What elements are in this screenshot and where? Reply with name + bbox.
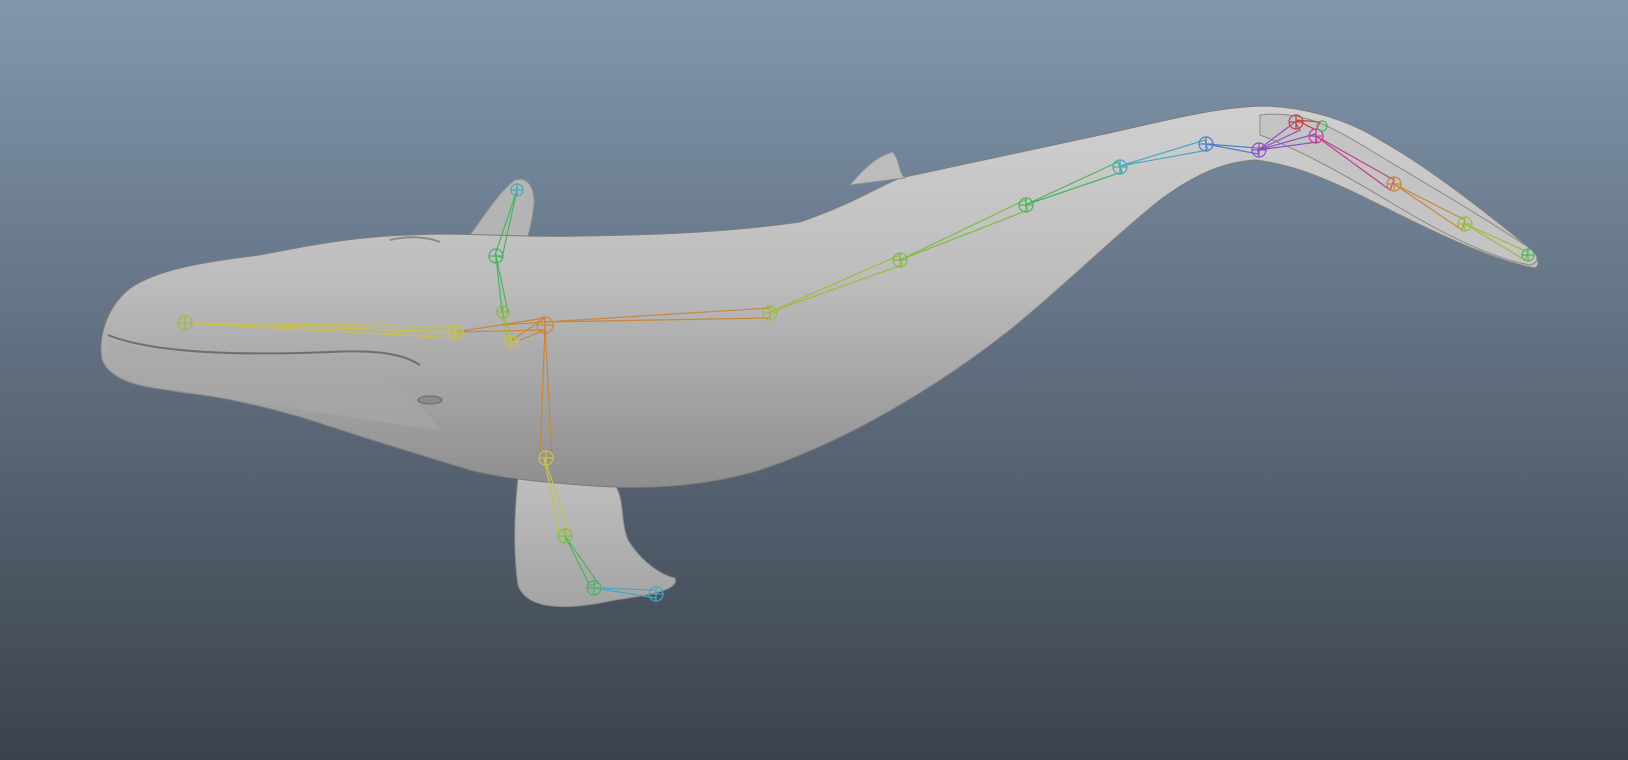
viewport-canvas[interactable] [0, 0, 1628, 760]
joint-tail-top[interactable] [1288, 114, 1304, 130]
joint-pectoral-2[interactable] [557, 528, 573, 544]
joint-spine-5[interactable] [1198, 136, 1214, 152]
joint-head[interactable] [177, 315, 193, 331]
joint-spine-1[interactable] [762, 305, 778, 321]
joint-dorsal-root[interactable] [504, 335, 518, 349]
joint-dorsal-tip[interactable] [510, 183, 524, 197]
joint-dorsal-low[interactable] [496, 305, 510, 319]
joint-spine-2[interactable] [892, 252, 908, 268]
joint-fluke-1[interactable] [1386, 176, 1402, 192]
joint-pectoral-tip[interactable] [648, 586, 664, 602]
whale-eye [417, 395, 443, 405]
joint-chest[interactable] [536, 316, 554, 334]
joint-spine-4[interactable] [1112, 159, 1128, 175]
joint-jaw[interactable] [448, 324, 464, 340]
joint-pectoral-3[interactable] [586, 580, 602, 596]
joint-tail-base[interactable] [1251, 142, 1267, 158]
joint-dorsal-mid[interactable] [488, 248, 504, 264]
joint-spine-3[interactable] [1018, 197, 1034, 213]
joint-pectoral-1[interactable] [538, 450, 554, 466]
joint-fluke-tip[interactable] [1521, 248, 1535, 262]
3d-viewport[interactable] [0, 0, 1628, 760]
joint-fluke-2[interactable] [1457, 216, 1473, 232]
